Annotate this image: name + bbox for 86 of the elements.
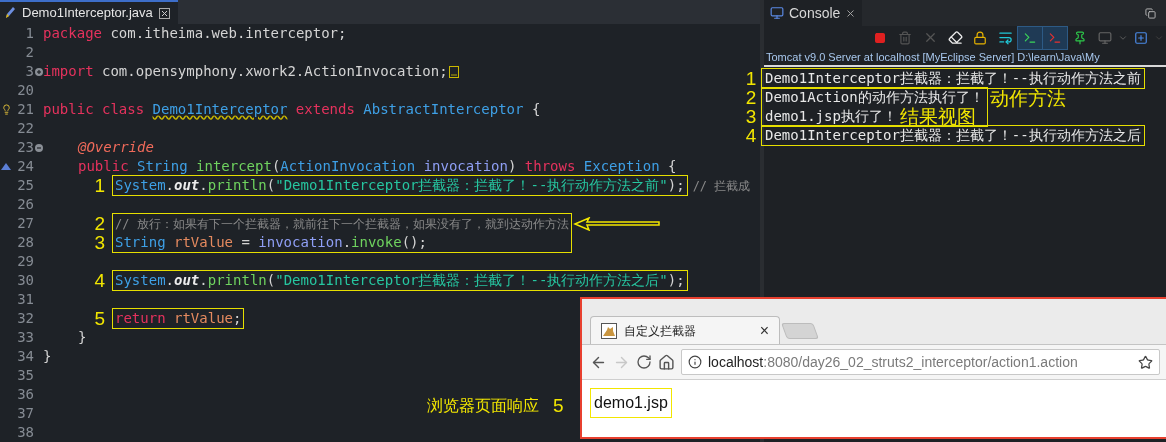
page-text: demo1.jsp: [590, 388, 672, 418]
step-number: 3: [94, 233, 105, 252]
console-output: Demo1Action的动作方法执行了！: [765, 88, 984, 107]
code-line: public String intercept(ActionInvocation invocation) throws Exception {: [78, 157, 677, 176]
stop-icon: [874, 31, 886, 44]
code-line: }: [78, 328, 87, 347]
reload-button[interactable]: [636, 354, 652, 370]
home-button[interactable]: [658, 353, 675, 371]
line-number: 35: [16, 366, 34, 385]
monitor-icon: [770, 6, 784, 20]
terminal-icon: [1023, 30, 1037, 45]
console-output: Demo1Interceptor拦截器：拦截了！--执行动作方法之后: [765, 126, 1141, 145]
terminal-icon: [1048, 30, 1062, 45]
step-number: 1: [745, 69, 757, 88]
pencil-icon: [4, 6, 16, 20]
step-number: 4: [745, 126, 757, 145]
eraser-icon: [947, 30, 963, 45]
code-annotation: @Override: [78, 138, 154, 157]
annotation-label: 动作方法: [989, 89, 1066, 108]
line-number: 24: [16, 157, 34, 176]
restore-icon[interactable]: [1145, 7, 1156, 19]
info-icon[interactable]: [688, 355, 702, 369]
code-line: System.out.println("Demo1Interceptor拦截器：拦截了！--执行动作方法之前");: [115, 176, 685, 195]
lightbulb-icon: [0, 104, 12, 115]
code-line: }: [43, 347, 52, 366]
code-line: String rtValue = invocation.invoke();: [115, 233, 427, 252]
console-output: demo1.jsp执行了！: [765, 107, 897, 126]
step-number: 2: [94, 214, 105, 233]
line-number: 1: [24, 24, 34, 43]
code-comment: // 放行：如果有下一个拦截器，就前往下一个拦截器，如果没有了，就到达动作方法: [115, 215, 569, 233]
server-label: Tomcat v9.0 Server at localhost [MyEclipse Server] D:\learn\Java\My: [766, 49, 1100, 65]
close-icon[interactable]: [845, 7, 857, 19]
line-number: 3: [24, 62, 34, 81]
pin-icon: [1073, 30, 1087, 45]
code-line: System.out.println("Demo1Interceptor拦截器：拦截了！--执行动作方法之后");: [115, 271, 685, 290]
line-number: 21: [16, 100, 34, 119]
line-number: 33: [16, 328, 34, 347]
trash-icon: [898, 30, 912, 45]
url-text: localhost:8080/day26_02_struts2_interceptor/action1.action: [708, 352, 1079, 372]
line-number: 2: [24, 43, 34, 62]
wrap-icon: [997, 30, 1013, 45]
monitor-icon: [1098, 30, 1112, 45]
line-number: 20: [16, 81, 34, 100]
annotation-label: 结果视图: [899, 107, 976, 126]
line-number: 22: [16, 119, 34, 138]
step-number: 5: [94, 309, 105, 328]
line-number: 34: [16, 347, 34, 366]
code-line: return rtValue;: [115, 309, 242, 328]
line-number: 26: [16, 195, 34, 214]
step-number: 5: [553, 394, 564, 418]
bookmark-star-icon[interactable]: [1138, 354, 1153, 370]
code-line: public class Demo1Interceptor extends AbstractInterceptor {: [43, 100, 541, 119]
step-number: 4: [94, 271, 105, 290]
line-number: 36: [16, 385, 34, 404]
line-number: 37: [16, 404, 34, 423]
line-number: 29: [16, 252, 34, 271]
console-tab[interactable]: Console: [764, 0, 863, 26]
triangle-icon: [1, 163, 11, 170]
step-number: 2: [745, 88, 757, 107]
line-number: 38: [16, 423, 34, 442]
line-number: 25: [16, 176, 34, 195]
code-comment: // 拦截成: [692, 177, 751, 195]
step-number: 1: [94, 176, 105, 195]
code-line: package com.itheima.web.interceptor;: [43, 24, 347, 43]
line-number: 32: [16, 309, 34, 328]
step-number: 3: [745, 107, 757, 126]
console-output: Demo1Interceptor拦截器：拦截了！--执行动作方法之前: [765, 69, 1141, 88]
code-line: import com.opensymphony.xwork2.ActionInvocation;: [43, 62, 448, 81]
close-tab-button[interactable]: ×: [759, 322, 769, 339]
address-field[interactable]: localhost:8080/day26_02_struts2_interceptor/action1.action: [681, 349, 1160, 375]
browser-tab[interactable]: 自定义拦截器 ×: [590, 316, 780, 344]
collapse-icon[interactable]: [34, 143, 43, 152]
site-icon: [601, 322, 617, 339]
annotation-label: 浏览器页面响应: [427, 396, 539, 417]
collapsed-code-icon[interactable]: [448, 65, 459, 78]
editor-tab[interactable]: Demo1Interceptor.java: [0, 0, 178, 24]
close-icon[interactable]: [158, 7, 170, 19]
show-output-button[interactable]: [1018, 26, 1042, 49]
line-number: 31: [16, 290, 34, 309]
expand-icon[interactable]: [34, 67, 43, 76]
plus-icon: [1134, 30, 1148, 45]
line-number: 27: [16, 214, 34, 233]
lock-icon: [973, 30, 987, 45]
line-number: 30: [16, 271, 34, 290]
line-number: 28: [16, 233, 34, 252]
line-number: 23: [16, 138, 34, 157]
